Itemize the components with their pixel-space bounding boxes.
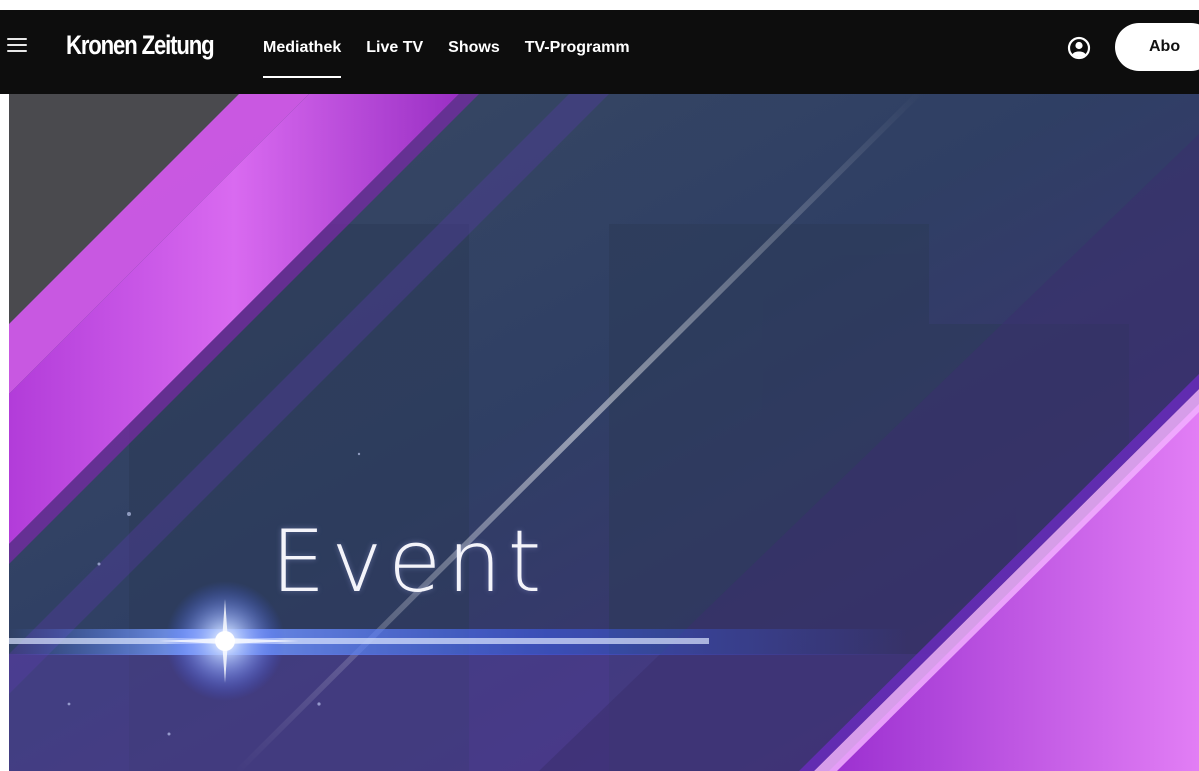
site-logo[interactable]: Kronen Zeitung [66, 30, 215, 61]
top-navigation-bar: Kronen Zeitung Mediathek Live TV Shows T… [0, 10, 1199, 94]
nav-item-tv-programm[interactable]: TV-Programm [525, 10, 630, 94]
nav-item-shows[interactable]: Shows [448, 10, 500, 94]
nav-item-live-tv[interactable]: Live TV [366, 10, 423, 94]
page: Kronen Zeitung Mediathek Live TV Shows T… [0, 0, 1199, 771]
hamburger-menu-icon[interactable] [7, 37, 29, 55]
user-circle-icon[interactable] [1067, 36, 1091, 60]
hero-banner[interactable]: Event [9, 94, 1199, 771]
left-edge-strip [0, 94, 9, 771]
hero-title: Event [271, 512, 548, 612]
subscribe-button[interactable]: Abo [1115, 23, 1199, 71]
nav-item-mediathek[interactable]: Mediathek [263, 10, 342, 94]
main-nav: Mediathek Live TV Shows TV-Programm [263, 10, 655, 94]
hero-background-graphic [9, 94, 1199, 771]
